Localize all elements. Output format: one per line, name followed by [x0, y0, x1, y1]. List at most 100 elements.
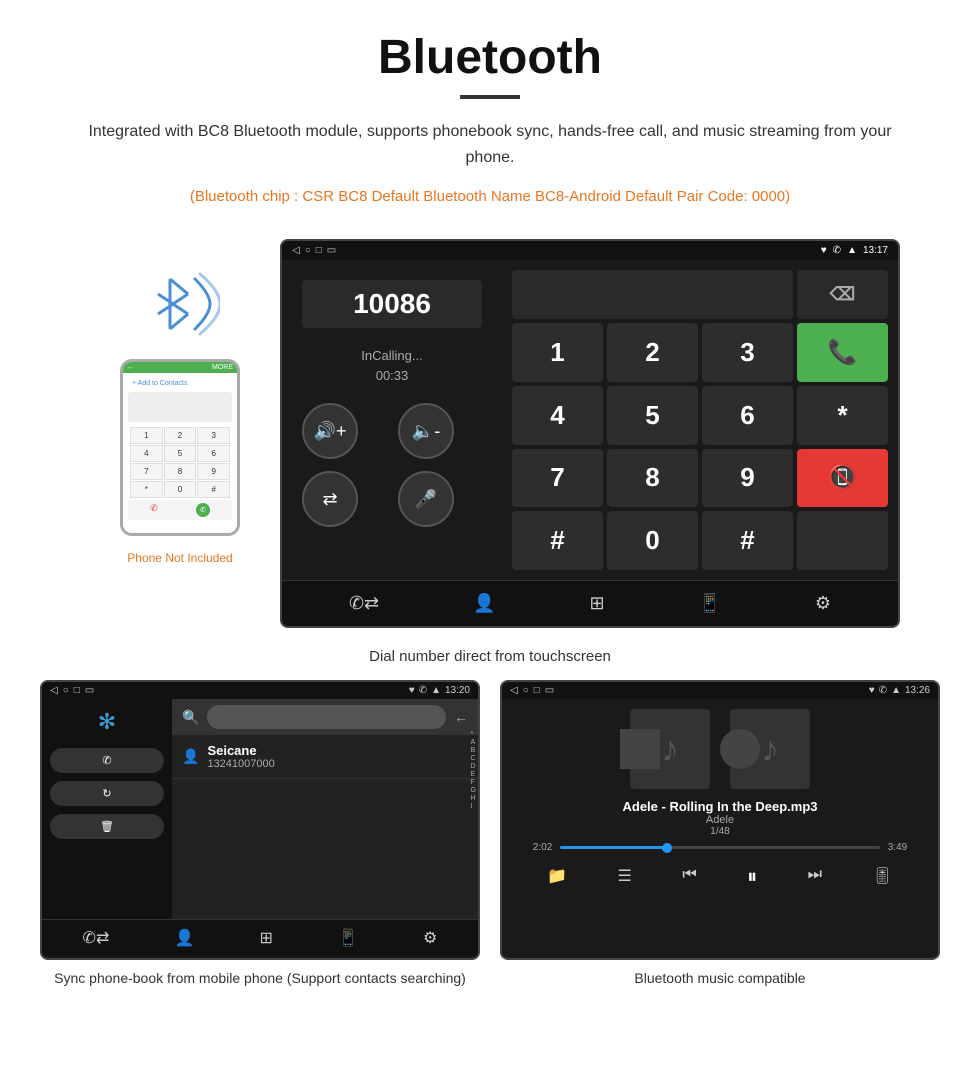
person-nav[interactable]: 👤 — [174, 928, 194, 948]
settings-nav-icon[interactable]: ⚙ — [815, 593, 831, 614]
contact-screen-body: ✻ ✆ ↻ 🗑 🔍 ← 👤 — [42, 699, 478, 919]
page-title: Bluetooth — [0, 0, 980, 95]
call-button[interactable]: 📞 — [797, 323, 888, 382]
contact-status-bar: ◁ ○ □ ▭ ♥ ✆ ▲ 13:20 — [42, 682, 478, 699]
contact-name: Seicane — [207, 743, 274, 758]
not-included-label: Phone Not Included — [127, 551, 232, 565]
dial-bottom-nav: ✆⇄ 👤 ⊞ 📱 ⚙ — [282, 580, 898, 626]
bottom-screenshots: ◁ ○ □ ▭ ♥ ✆ ▲ 13:20 ✻ ✆ ↻ — [0, 680, 980, 1009]
grid-nav[interactable]: ⊞ — [260, 928, 273, 948]
key-5[interactable]: 5 — [607, 386, 698, 445]
orange-note: (Bluetooth chip : CSR BC8 Default Blueto… — [0, 180, 980, 229]
music-caption: Bluetooth music compatible — [624, 960, 815, 989]
keypad-grid: ⌫ 1 2 3 📞 4 5 6 * 7 8 — [512, 270, 888, 570]
backspace-key[interactable]: ⌫ — [797, 270, 888, 319]
back-arrow-icon: ← — [454, 709, 468, 725]
contact-nav-bar: ✆⇄ 👤 ⊞ 📱 ⚙ — [42, 919, 478, 956]
key-2[interactable]: 2 — [607, 323, 698, 382]
music-controls: 📁 ☰ ⏮ ⏸ ⏭ 🎚 — [512, 861, 928, 894]
bluetooth-icon-area — [140, 269, 220, 344]
play-pause-button[interactable]: ⏸ — [747, 866, 757, 889]
contacts-nav-icon[interactable]: 👤 — [473, 593, 495, 614]
track-info: 1/48 — [622, 826, 817, 837]
key-9[interactable]: 9 — [702, 449, 793, 508]
progress-fill — [560, 846, 672, 849]
phone-mockup-screen: + Add to Contacts 1 2 3 4 5 6 7 8 9 * 0 … — [123, 373, 237, 533]
contact-list: 🔍 ← 👤 Seicane 13241007000 — [172, 699, 478, 919]
search-input-display[interactable] — [207, 705, 446, 729]
contact-entry: 👤 Seicane 13241007000 — [172, 735, 478, 779]
contact-sidebar: ✻ ✆ ↻ 🗑 — [42, 699, 172, 919]
time-total: 3:49 — [888, 842, 907, 853]
input-bar — [512, 270, 793, 319]
person-icon: 👤 — [182, 748, 199, 765]
search-icon: 🔍 — [182, 709, 199, 726]
key-0[interactable]: 0 — [607, 511, 698, 570]
phone-left-panel: ← MORE + Add to Contacts 1 2 3 4 5 6 7 8… — [80, 239, 280, 565]
status-icons: ♥ ✆ ▲ 13:17 — [821, 245, 888, 256]
description-text: Integrated with BC8 Bluetooth module, su… — [0, 119, 980, 180]
transfer-nav-icon[interactable]: 📱 — [698, 593, 720, 614]
dial-caption: Dial number direct from touchscreen — [0, 638, 980, 680]
key-4[interactable]: 4 — [512, 386, 603, 445]
settings-nav[interactable]: ⚙ — [423, 928, 437, 948]
dial-right: ⌫ 1 2 3 📞 4 5 6 * 7 8 — [502, 260, 898, 580]
call-timer: 00:33 — [302, 368, 482, 383]
mic-button[interactable]: 🎤 — [398, 471, 454, 527]
phone-keypad: 1 2 3 4 5 6 7 8 9 * 0 # — [128, 425, 232, 500]
dial-left: 10086 InCalling... 00:33 🔊+ 🔈- ⇄ 🎤 — [282, 260, 502, 580]
contact-search-bar: 🔍 ← — [172, 699, 478, 735]
key-1[interactable]: 1 — [512, 323, 603, 382]
folder-button[interactable]: 📁 — [547, 866, 567, 889]
phone-green-bar: ← MORE — [123, 362, 237, 373]
key-3[interactable]: 3 — [702, 323, 793, 382]
music-albums: ♪ ♪ — [630, 709, 810, 789]
in-calling-text: InCalling... — [302, 348, 482, 363]
dial-controls: 🔊+ 🔈- ⇄ 🎤 — [302, 403, 482, 527]
music-status-bar: ◁ ○ □ ▭ ♥ ✆ ▲ 13:26 — [502, 682, 938, 699]
dial-body: 10086 InCalling... 00:33 🔊+ 🔈- ⇄ 🎤 ⌫ — [282, 260, 898, 580]
keypad-nav-icon[interactable]: ⊞ — [589, 593, 604, 614]
key-7[interactable]: 7 — [512, 449, 603, 508]
left-disc — [620, 729, 660, 769]
prev-button[interactable]: ⏮ — [682, 866, 696, 889]
phone-nav[interactable]: ✆⇄ — [83, 928, 110, 948]
volume-up-button[interactable]: 🔊+ — [302, 403, 358, 459]
transfer-button[interactable]: ⇄ — [302, 471, 358, 527]
dial-number: 10086 — [302, 280, 482, 328]
equalizer-button[interactable]: 🎚 — [872, 866, 892, 889]
key-empty — [797, 511, 888, 570]
right-disc — [720, 729, 760, 769]
contact-shot: ◁ ○ □ ▭ ♥ ✆ ▲ 13:20 ✻ ✆ ↻ — [40, 680, 480, 989]
dial-section: ← MORE + Add to Contacts 1 2 3 4 5 6 7 8… — [0, 229, 980, 638]
music-screen-body: ♪ ♪ Adele - Rolling In the Deep.mp3 Adel… — [502, 699, 938, 919]
key-hash[interactable]: # — [512, 511, 603, 570]
volume-down-button[interactable]: 🔈- — [398, 403, 454, 459]
end-call-button[interactable]: 📵 — [797, 449, 888, 508]
time-current: 2:02 — [533, 842, 552, 853]
transfer-nav[interactable]: 📱 — [338, 928, 358, 948]
bluetooth-waves-icon — [140, 269, 220, 339]
artist-name: Adele — [622, 814, 817, 826]
nav-icons: ◁ ○ □ ▭ — [292, 245, 336, 256]
progress-bar[interactable] — [560, 846, 879, 849]
next-button[interactable]: ⏭ — [808, 866, 822, 889]
key-star[interactable]: * — [797, 386, 888, 445]
alpha-index: * A B C D E F G H I — [471, 729, 476, 919]
list-button[interactable]: ☰ — [618, 866, 632, 889]
music-progress: 2:02 3:49 — [533, 842, 907, 853]
call-sidebar-btn[interactable]: ✆ — [50, 748, 164, 773]
delete-sidebar-btn[interactable]: 🗑 — [50, 814, 164, 839]
progress-dot — [662, 843, 672, 853]
phone-nav-icon[interactable]: ✆⇄ — [349, 593, 379, 614]
music-shot: ◁ ○ □ ▭ ♥ ✆ ▲ 13:26 — [500, 680, 940, 989]
music-info: Adele - Rolling In the Deep.mp3 Adele 1/… — [622, 799, 817, 837]
key-pound[interactable]: # — [702, 511, 793, 570]
android-dial-screen: ◁ ○ □ ▭ ♥ ✆ ▲ 13:17 10086 InCalling... 0… — [280, 239, 900, 628]
status-bar: ◁ ○ □ ▭ ♥ ✆ ▲ 13:17 — [282, 241, 898, 260]
phone-mockup: ← MORE + Add to Contacts 1 2 3 4 5 6 7 8… — [120, 359, 240, 536]
sync-sidebar-btn[interactable]: ↻ — [50, 781, 164, 806]
key-8[interactable]: 8 — [607, 449, 698, 508]
key-6[interactable]: 6 — [702, 386, 793, 445]
bt-sidebar-icon: ✻ — [50, 709, 164, 735]
